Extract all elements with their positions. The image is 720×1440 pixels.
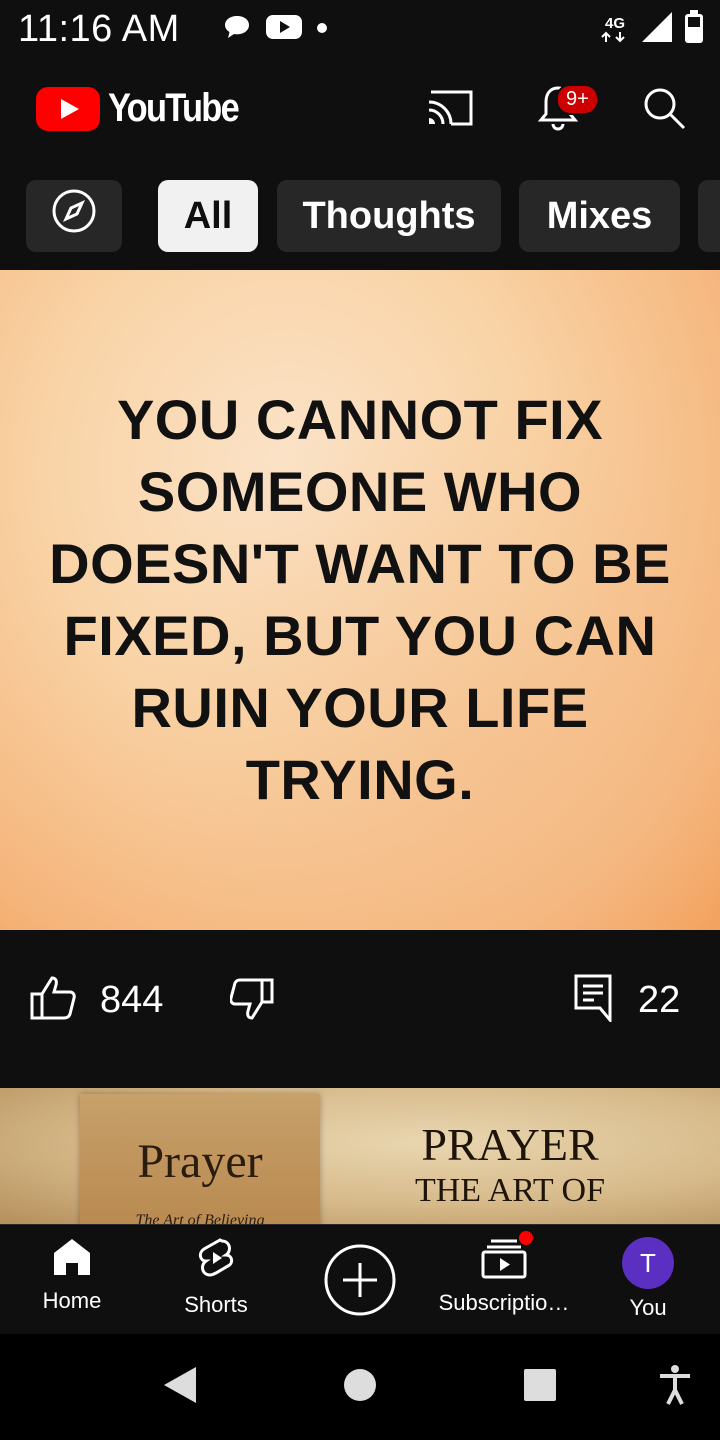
nav-home-label: Home	[42, 1288, 102, 1313]
nav-shorts-label: Shorts	[184, 1292, 248, 1317]
system-nav-bar	[0, 1334, 720, 1440]
signal-icon	[640, 10, 674, 49]
status-time: 11:16 AM	[18, 8, 180, 50]
notifications-button[interactable]: 9+	[530, 82, 599, 138]
app-header: YouTube 9+	[0, 60, 720, 160]
post-actions: 844 22	[0, 930, 720, 1088]
home-system-button[interactable]	[335, 1362, 385, 1412]
search-icon	[641, 85, 687, 136]
status-bar: 11:16 AM 4G	[0, 0, 720, 60]
post-image[interactable]: YOU CANNOT FIX SOMEONE WHO DOESN'T WANT …	[0, 270, 720, 930]
back-icon	[162, 1365, 198, 1410]
accessibility-icon	[658, 1364, 692, 1411]
bottom-nav: Home Shorts Subscriptio… T You	[0, 1224, 720, 1334]
recents-button[interactable]	[515, 1362, 565, 1412]
search-button[interactable]	[636, 82, 692, 138]
filter-chips: All Thoughts Mixes	[0, 180, 720, 252]
next-post-subtitle: THE ART OF	[414, 1172, 606, 1209]
book-subtitle: The Art of Believing	[135, 1212, 265, 1224]
avatar: T	[622, 1237, 674, 1289]
network-type: 4G	[604, 14, 625, 32]
new-content-dot	[519, 1231, 533, 1245]
thumbs-up-icon	[30, 976, 76, 1025]
comment-icon	[574, 974, 612, 1027]
book-title: Prayer	[137, 1135, 263, 1188]
accessibility-button[interactable]	[650, 1362, 700, 1412]
book-cover: Prayer The Art of Believing	[80, 1094, 320, 1224]
subscriptions-icon	[481, 1231, 533, 1284]
recents-icon	[523, 1368, 557, 1407]
nav-subscriptions-label: Subscriptio…	[438, 1290, 570, 1315]
nav-shorts[interactable]: Shorts	[144, 1237, 288, 1318]
back-button[interactable]	[155, 1362, 205, 1412]
status-notifications	[222, 12, 328, 47]
nav-you[interactable]: T You	[576, 1237, 720, 1321]
chip-more[interactable]	[698, 180, 720, 252]
next-post-thumbnail[interactable]: Prayer The Art of Believing PRAYER THE A…	[0, 1088, 720, 1224]
chip-thoughts[interactable]: Thoughts	[277, 180, 501, 252]
nav-you-label: You	[629, 1295, 667, 1320]
nav-create[interactable]	[288, 1243, 432, 1322]
battery-icon	[684, 10, 704, 49]
comment-count: 22	[638, 979, 681, 1021]
explore-icon	[51, 188, 97, 244]
nav-subscriptions[interactable]: Subscriptio…	[432, 1231, 576, 1316]
youtube-status-icon	[266, 13, 302, 46]
chat-bubble-icon	[222, 12, 252, 47]
logo-text: YouTube	[108, 86, 240, 130]
network-indicator: 4G	[600, 14, 630, 43]
youtube-play-icon	[36, 86, 100, 131]
create-icon	[323, 1243, 397, 1322]
like-button[interactable]: 844	[30, 976, 163, 1025]
status-system-icons: 4G	[600, 10, 704, 49]
thumbs-down-icon	[229, 978, 274, 1025]
nav-home[interactable]: Home	[0, 1237, 144, 1314]
quote-text: YOU CANNOT FIX SOMEONE WHO DOESN'T WANT …	[49, 388, 671, 811]
chip-mixes[interactable]: Mixes	[519, 180, 680, 252]
home-icon	[52, 1237, 92, 1282]
dot-icon	[316, 21, 328, 39]
home-circle-icon	[342, 1367, 378, 1408]
notification-badge: 9+	[556, 84, 599, 115]
youtube-logo[interactable]: YouTube	[36, 86, 259, 131]
next-post-title: PRAYER	[421, 1119, 599, 1170]
like-count: 844	[100, 979, 164, 1021]
cast-button[interactable]	[422, 82, 478, 138]
comments-button[interactable]: 22	[574, 974, 680, 1027]
shorts-icon	[196, 1237, 236, 1286]
cast-icon	[425, 88, 475, 133]
chip-all[interactable]: All	[158, 180, 258, 252]
dislike-button[interactable]	[229, 978, 274, 1025]
explore-chip[interactable]	[26, 180, 122, 252]
